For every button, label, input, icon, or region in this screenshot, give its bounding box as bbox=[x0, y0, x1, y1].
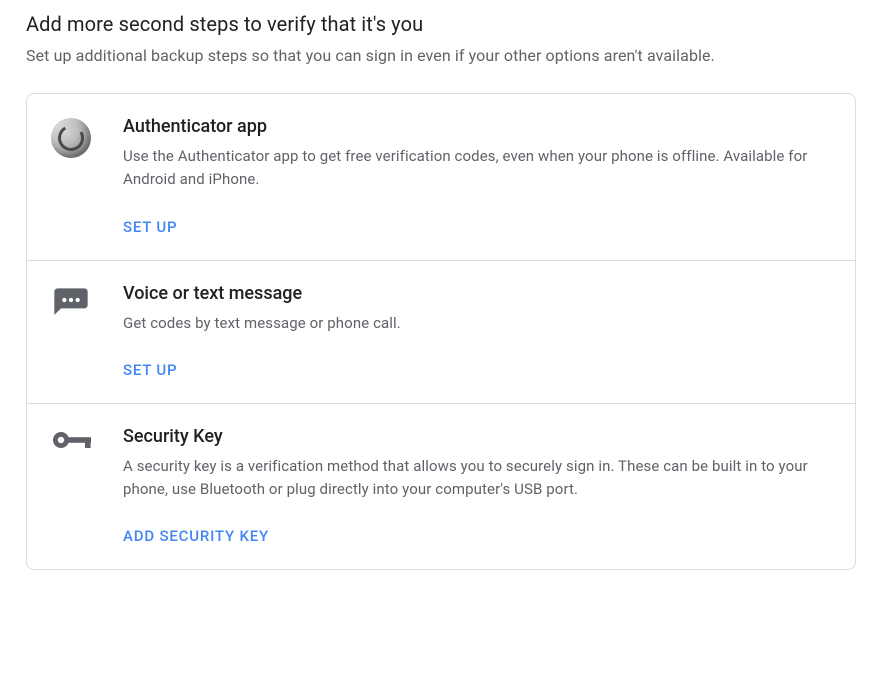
step-description: Get codes by text message or phone call. bbox=[123, 312, 831, 335]
setup-authenticator-button[interactable]: Set up bbox=[123, 218, 177, 236]
setup-voice-text-button[interactable]: Set up bbox=[123, 361, 177, 379]
add-security-key-button[interactable]: Add Security Key bbox=[123, 527, 269, 545]
step-title: Security Key bbox=[123, 426, 831, 447]
step-title: Authenticator app bbox=[123, 116, 831, 137]
sms-icon bbox=[51, 283, 123, 379]
authenticator-icon bbox=[51, 116, 123, 236]
step-description: A security key is a verification method … bbox=[123, 455, 831, 502]
step-authenticator: Authenticator app Use the Authenticator … bbox=[27, 94, 855, 260]
step-description: Use the Authenticator app to get free ve… bbox=[123, 145, 831, 192]
step-title: Voice or text message bbox=[123, 283, 831, 304]
key-icon bbox=[51, 426, 123, 546]
step-security-key: Security Key A security key is a verific… bbox=[27, 403, 855, 570]
section-title: Add more second steps to verify that it'… bbox=[26, 12, 856, 36]
section-subtitle: Set up additional backup steps so that y… bbox=[26, 46, 856, 65]
second-steps-card: Authenticator app Use the Authenticator … bbox=[26, 93, 856, 570]
step-voice-text: Voice or text message Get codes by text … bbox=[27, 260, 855, 403]
